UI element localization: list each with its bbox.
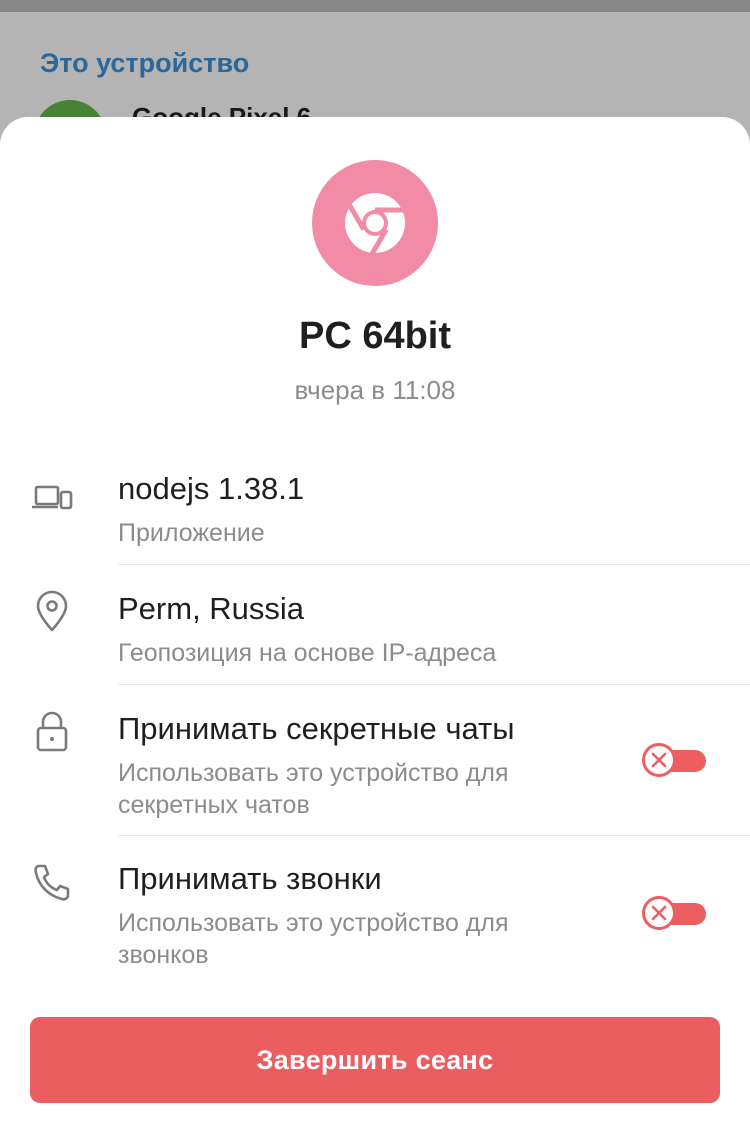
- session-details-sheet: PC 64bit вчера в 11:08 nodejs 1.38.1 При…: [0, 117, 750, 1126]
- calls-toggle[interactable]: [642, 896, 708, 930]
- phone-icon: [30, 861, 74, 905]
- secret-chats-toggle[interactable]: [642, 743, 708, 777]
- setting-row-calls[interactable]: Принимать звонки Использовать это устрой…: [0, 857, 750, 987]
- setting-row-secret-chats[interactable]: Принимать секретные чаты Использовать эт…: [0, 707, 750, 837]
- location-pin-icon: [30, 589, 74, 633]
- setting-subtitle: Использовать это устройство для звонков: [118, 909, 509, 969]
- detail-title: nodejs 1.38.1: [118, 471, 305, 506]
- terminate-session-button[interactable]: Завершить сеанс: [30, 1017, 720, 1103]
- setting-subtitle: Использовать это устройство для секретны…: [118, 759, 509, 819]
- session-last-active: вчера в 11:08: [294, 375, 456, 405]
- setting-title: Принимать звонки: [118, 861, 382, 896]
- lock-icon: [30, 709, 74, 753]
- divider: [118, 835, 750, 836]
- detail-subtitle: Приложение: [118, 519, 265, 547]
- setting-title: Принимать секретные чаты: [118, 711, 515, 746]
- chrome-icon: [312, 160, 438, 286]
- divider: [118, 684, 750, 685]
- detail-subtitle: Геопозиция на основе IP-адреса: [118, 639, 497, 667]
- detail-row-location: Perm, Russia Геопозиция на основе IP-адр…: [0, 587, 750, 687]
- detail-title: Perm, Russia: [118, 591, 305, 626]
- toggle-knob: [642, 743, 676, 777]
- close-icon: [651, 905, 667, 921]
- detail-row-application: nodejs 1.38.1 Приложение: [0, 467, 750, 567]
- devices-icon: [30, 477, 74, 521]
- close-icon: [651, 752, 667, 768]
- session-title: PC 64bit: [298, 315, 452, 357]
- divider: [118, 564, 750, 565]
- toggle-knob: [642, 896, 676, 930]
